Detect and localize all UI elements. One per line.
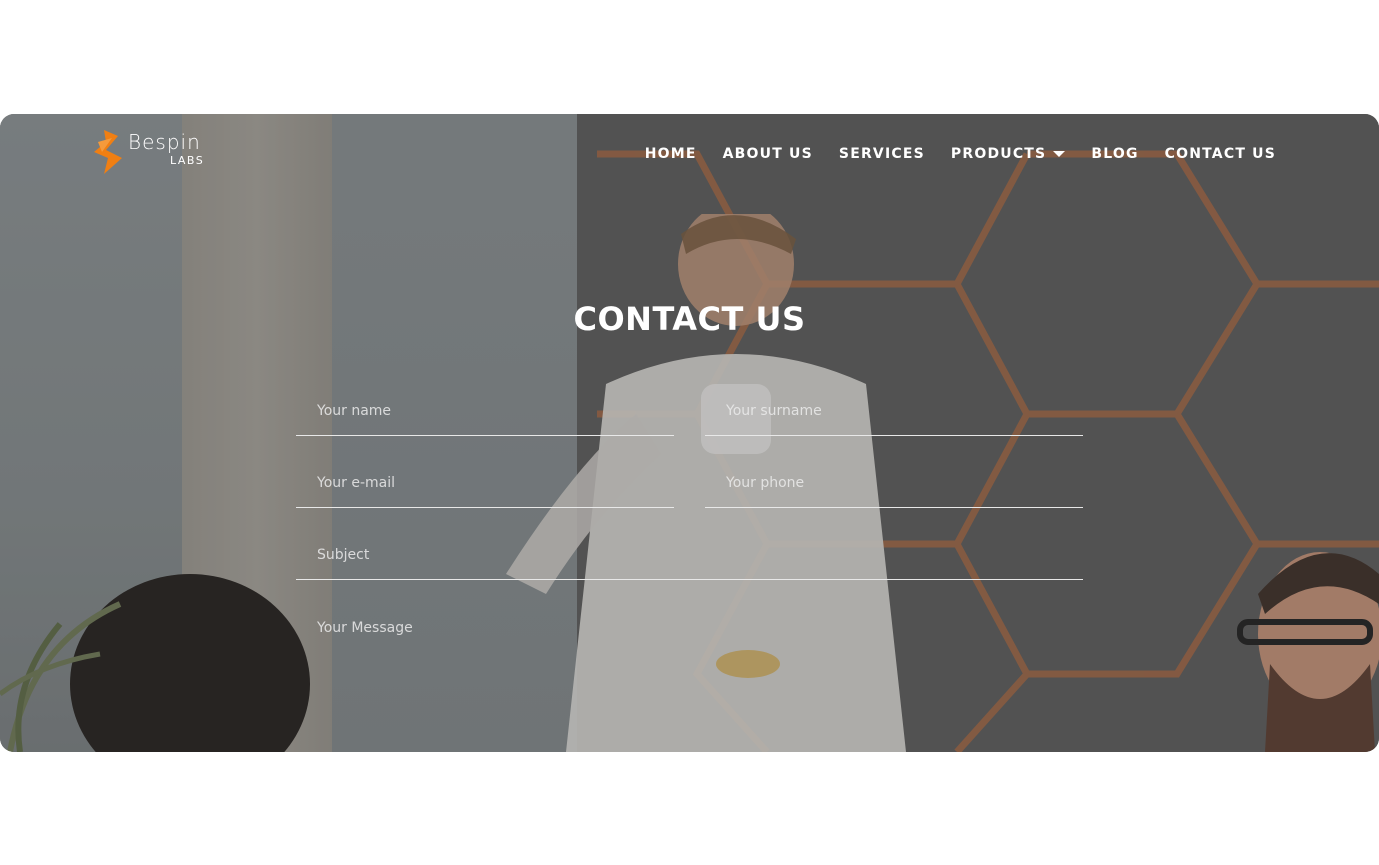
brand-sub: LABS [170,154,205,167]
nav-item-blog[interactable]: BLOG [1091,146,1138,162]
surname-field[interactable] [705,386,1083,436]
message-field[interactable] [296,614,1083,734]
name-field[interactable] [296,386,674,436]
nav-item-services[interactable]: SERVICES [839,146,925,162]
page-title: CONTACT US [573,300,806,338]
subject-field[interactable] [296,530,1083,580]
nav-item-products-label: PRODUCTS [950,146,1047,162]
brand-name: Bespin [128,130,201,154]
brand-logo[interactable]: Bespin LABS [92,126,212,178]
bespin-logo-icon [94,130,122,174]
nav-item-about-us[interactable]: ABOUT US [723,146,813,162]
email-field[interactable] [296,458,674,508]
nav-item-products[interactable]: PRODUCTS [950,146,1066,162]
hero-section: Bespin LABS HOME ABOUT US SERVICES PRODU… [0,114,1379,752]
nav-item-contact-us[interactable]: CONTACT US [1165,146,1276,162]
nav-item-home[interactable]: HOME [645,146,697,162]
chevron-down-icon [1053,151,1066,157]
main-nav: HOME ABOUT US SERVICES PRODUCTS BLOG CON… [645,146,1276,162]
phone-field[interactable] [705,458,1083,508]
